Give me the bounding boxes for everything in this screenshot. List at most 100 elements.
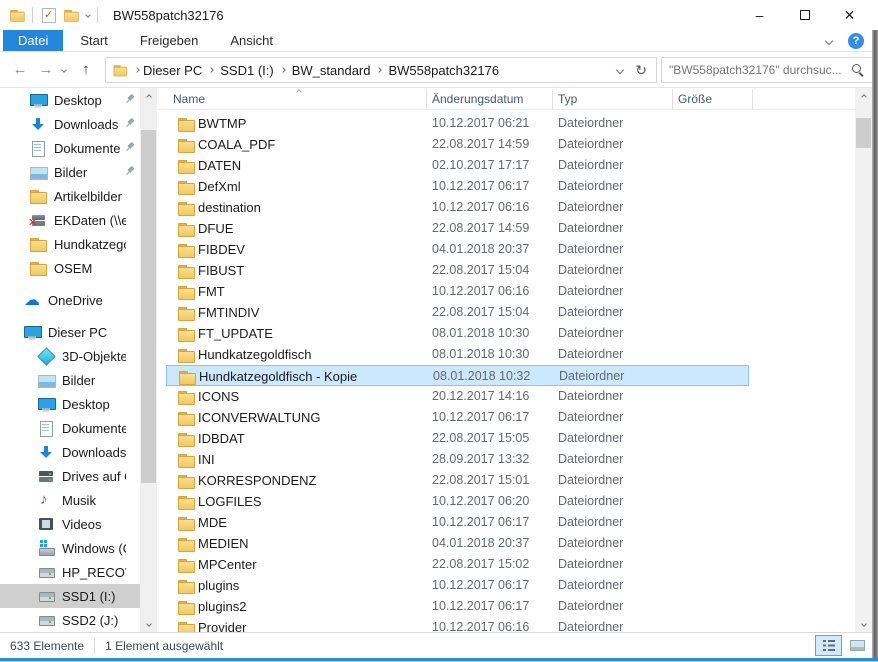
breadcrumb-segment[interactable]: Dieser PC: [139, 63, 206, 78]
address-dropdown-chevron-icon[interactable]: [616, 66, 624, 74]
column-divider[interactable]: [552, 89, 553, 109]
file-row[interactable]: ICONS20.12.2017 14:16Dateiordner: [166, 386, 749, 407]
file-row[interactable]: INI28.09.2017 13:32Dateiordner: [166, 449, 749, 470]
file-row[interactable]: Provider10.12.2017 06:16Dateiordner: [166, 617, 749, 632]
download-icon: [30, 116, 46, 132]
file-row[interactable]: FMTINDIV22.08.2017 15:04Dateiordner: [166, 302, 749, 323]
sidebar-item-dieser-pc[interactable]: Dieser PC: [0, 320, 140, 344]
breadcrumb-segment[interactable]: BW_standard: [288, 63, 375, 78]
sidebar-scrollbar[interactable]: [140, 88, 157, 632]
file-row[interactable]: DefXml10.12.2017 06:17Dateiordner: [166, 176, 749, 197]
file-row[interactable]: FT_UPDATE08.01.2018 10:30Dateiordner: [166, 323, 749, 344]
column-header-type[interactable]: Typ: [558, 88, 577, 110]
sidebar-item-ekdaten-ek-n[interactable]: EKDaten (\\ek-n: [0, 208, 140, 232]
maximize-button[interactable]: [782, 0, 827, 30]
file-row[interactable]: IDBDAT22.08.2017 15:05Dateiordner: [166, 428, 749, 449]
customize-qat-chevron-icon[interactable]: [85, 12, 91, 18]
sidebar-item-dokumente[interactable]: Dokumente: [0, 136, 140, 160]
tab-datei[interactable]: Datei: [3, 30, 63, 51]
sidebar-item-bilder[interactable]: Bilder: [0, 368, 140, 392]
new-folder-icon[interactable]: [64, 8, 78, 22]
sidebar-item-downloads[interactable]: Downloads: [0, 112, 140, 136]
sidebar-item-hp-recovery[interactable]: HP_RECOVERY (: [0, 560, 140, 584]
scroll-down-icon[interactable]: [855, 615, 872, 632]
file-row[interactable]: LOGFILES10.12.2017 06:20Dateiordner: [166, 491, 749, 512]
sidebar-item-desktop[interactable]: Desktop: [0, 88, 140, 112]
file-row[interactable]: MDE10.12.2017 06:17Dateiordner: [166, 512, 749, 533]
search-icon[interactable]: [851, 63, 865, 77]
file-row[interactable]: Hundkatzegoldfisch - Kopie08.01.2018 10:…: [166, 365, 749, 386]
file-row[interactable]: Hundkatzegoldfisch08.01.2018 10:30Dateio…: [166, 344, 749, 365]
file-row[interactable]: COALA_PDF22.08.2017 14:59Dateiordner: [166, 134, 749, 155]
sidebar-item-osem[interactable]: OSEM: [0, 256, 140, 280]
tab-freigeben[interactable]: Freigeben: [125, 30, 214, 51]
file-row[interactable]: MEDIEN04.01.2018 20:37Dateiordner: [166, 533, 749, 554]
sidebar-item-videos[interactable]: Videos: [0, 512, 140, 536]
breadcrumb-segment[interactable]: SSD1 (I:): [216, 63, 277, 78]
file-row[interactable]: BWTMP10.12.2017 06:21Dateiordner: [166, 113, 749, 134]
search-box[interactable]: [661, 57, 873, 83]
file-row[interactable]: destination10.12.2017 06:16Dateiordner: [166, 197, 749, 218]
scroll-down-icon[interactable]: [140, 615, 157, 632]
sidebar-item-bilder[interactable]: Bilder: [0, 160, 140, 184]
properties-check-icon[interactable]: [40, 7, 56, 23]
thumbnail-view-button[interactable]: [844, 635, 871, 656]
recent-locations-chevron-icon[interactable]: [61, 67, 67, 73]
sidebar-item-desktop[interactable]: Desktop: [0, 392, 140, 416]
up-button[interactable]: ↑: [74, 61, 98, 78]
close-button[interactable]: ×: [827, 0, 872, 30]
column-header-date[interactable]: Änderungsdatum: [432, 88, 523, 110]
sidebar-item-3d-objekte[interactable]: 3D-Objekte: [0, 344, 140, 368]
sidebar-item-downloads[interactable]: Downloads: [0, 440, 140, 464]
file-row[interactable]: DATEN02.10.2017 17:17Dateiordner: [166, 155, 749, 176]
sidebar-item-ssd2-j[interactable]: SSD2 (J:): [0, 608, 140, 632]
file-list: Name Änderungsdatum Typ Größe BWTMP10.12…: [157, 88, 855, 632]
column-divider[interactable]: [426, 89, 427, 109]
folder-icon: [178, 116, 194, 132]
file-row[interactable]: FIBUST22.08.2017 15:04Dateiordner: [166, 260, 749, 281]
file-row[interactable]: FMT10.12.2017 06:16Dateiordner: [166, 281, 749, 302]
file-type: Dateiordner: [558, 428, 623, 449]
address-bar[interactable]: Dieser PC SSD1 (I:) BW_standard BW558patch3…: [105, 57, 657, 83]
sidebar-item-hundkatzegoldfisch[interactable]: Hundkatzegoldfisch: [0, 232, 140, 256]
column-divider[interactable]: [752, 89, 753, 109]
scrollbar-thumb[interactable]: [141, 130, 156, 483]
file-row[interactable]: KORRESPONDENZ22.08.2017 15:01Dateiordner: [166, 470, 749, 491]
help-button[interactable]: ?: [848, 33, 864, 49]
sidebar-item-dokumente[interactable]: Dokumente: [0, 416, 140, 440]
file-row[interactable]: plugins210.12.2017 06:17Dateiordner: [166, 596, 749, 617]
sidebar-item-musik[interactable]: Musik: [0, 488, 140, 512]
back-button[interactable]: ←: [8, 61, 32, 78]
tab-ansicht[interactable]: Ansicht: [215, 30, 288, 51]
details-view-button[interactable]: [815, 635, 842, 656]
scroll-up-icon[interactable]: [855, 88, 872, 105]
forward-button[interactable]: →: [34, 61, 58, 78]
scrollbar-thumb[interactable]: [856, 118, 871, 148]
sidebar-item-label: Dokumente: [62, 421, 126, 436]
collapse-ribbon-chevron-icon[interactable]: [825, 37, 833, 45]
file-row[interactable]: MPCenter22.08.2017 15:02Dateiordner: [166, 554, 749, 575]
explorer-folder-icon[interactable]: [10, 8, 24, 22]
sidebar-item-windows-c[interactable]: Windows (C:): [0, 536, 140, 560]
sidebar-item-ssd1-i[interactable]: SSD1 (I:): [0, 584, 140, 608]
search-input[interactable]: [662, 63, 851, 77]
sidebar-item-drives-auf-gerds[interactable]: Drives auf Gerds: [0, 464, 140, 488]
file-row[interactable]: DFUE22.08.2017 14:59Dateiordner: [166, 218, 749, 239]
scroll-up-icon[interactable]: [140, 88, 157, 105]
column-header-size[interactable]: Größe: [678, 88, 712, 110]
pin-icon: [122, 140, 138, 156]
refresh-icon[interactable]: ↻: [635, 62, 647, 79]
sidebar-item-onedrive[interactable]: OneDrive: [0, 288, 140, 312]
column-divider[interactable]: [672, 89, 673, 109]
breadcrumb-segment[interactable]: BW558patch32176: [384, 63, 503, 78]
file-row[interactable]: ICONVERWALTUNG10.12.2017 06:17Dateiordne…: [166, 407, 749, 428]
file-name: DATEN: [198, 155, 241, 176]
minimize-button[interactable]: –: [737, 0, 782, 30]
file-row[interactable]: plugins10.12.2017 06:17Dateiordner: [166, 575, 749, 596]
column-header-name[interactable]: Name: [173, 88, 205, 110]
tab-start[interactable]: Start: [65, 30, 122, 51]
file-list-scrollbar[interactable]: [855, 88, 872, 632]
sidebar-item-artikelbilder-hko[interactable]: Artikelbilder HKO: [0, 184, 140, 208]
file-row[interactable]: FIBDEV04.01.2018 20:37Dateiordner: [166, 239, 749, 260]
address-folder-icon: [114, 64, 127, 77]
